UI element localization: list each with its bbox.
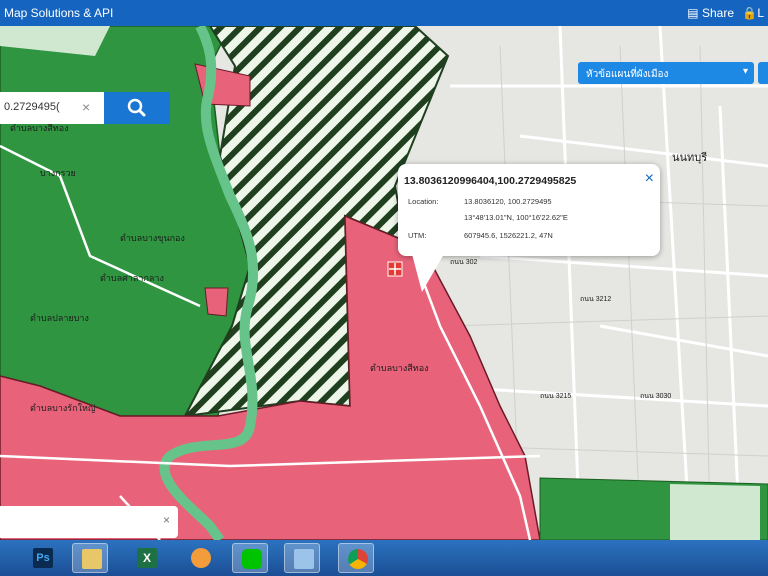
- popup-location-value: 13.8036120, 100.2729495: [464, 197, 552, 206]
- file-explorer-icon: [82, 549, 102, 569]
- share-button[interactable]: ▤ Share: [687, 6, 734, 20]
- photoshop-icon: Ps: [33, 548, 53, 568]
- taskbar-line[interactable]: [232, 543, 268, 573]
- login-button[interactable]: 🔒L: [742, 6, 764, 20]
- map-label-road-4: ถนน 3030: [640, 393, 671, 400]
- popup-dms-value: 13°48'13.01"N, 100°16'22.62"E: [464, 213, 568, 222]
- map-label-road-3: ถนน 3215: [540, 393, 571, 400]
- red-zone-small-2: [204, 287, 229, 317]
- map-label-district: บางกรวย: [40, 168, 76, 178]
- popup-title: 13.8036120996404,100.2729495825: [404, 175, 577, 187]
- search-button[interactable]: [104, 92, 170, 124]
- taskbar-photoshop[interactable]: Ps: [24, 543, 60, 573]
- popup-location-label: Location:: [408, 197, 439, 206]
- taskbar-file-explorer[interactable]: [72, 543, 108, 573]
- location-info-popup: 13.8036120996404,100.2729495825 × Locati…: [398, 164, 660, 292]
- top-header-bar: Map Solutions & API ▤ Share 🔒L: [0, 0, 768, 26]
- green-zone-light-2: [670, 484, 760, 540]
- search-icon: [127, 98, 146, 117]
- map-label-green-2: ตำบลบางขุนกอง: [120, 233, 185, 244]
- share-label: Share: [701, 6, 734, 20]
- windows-explorer-icon: [294, 549, 314, 569]
- clear-search-icon[interactable]: ×: [82, 99, 90, 115]
- map-label-green-1: ตำบลบางสีทอง: [10, 123, 69, 133]
- bottom-search-panel[interactable]: ×: [0, 506, 178, 538]
- excel-icon: X: [137, 548, 157, 568]
- popup-utm-label: UTM:: [408, 231, 427, 240]
- location-marker-icon[interactable]: [387, 261, 403, 277]
- map-label-red-1: ตำบลบางสีทอง: [370, 363, 429, 373]
- line-icon: [242, 549, 262, 569]
- share-icon: ▤: [687, 6, 702, 20]
- close-panel-icon[interactable]: ×: [163, 513, 170, 527]
- map-label-nonthaburi: นนทบุรี: [672, 151, 707, 164]
- map-label-road-1: ถนน 3212: [580, 296, 611, 303]
- chrome-icon: [348, 549, 368, 569]
- lock-icon: 🔒: [742, 6, 758, 20]
- popup-pointer: [412, 254, 444, 292]
- zoning-layer-label: หัวข้อแผนที่ผังเมือง: [586, 69, 669, 80]
- taskbar-chrome[interactable]: [338, 543, 374, 573]
- chevron-down-icon: ▾: [742, 66, 748, 77]
- taskbar-excel[interactable]: X: [128, 543, 164, 573]
- lock-label: L: [757, 6, 764, 20]
- map-canvas[interactable]: ตำบลบางสีทอง ตำบลบางขุนกอง ตำบลปลายบาง ต…: [0, 26, 768, 540]
- map-label-green-4: ตำบลศาลากลาง: [100, 273, 164, 283]
- taskbar-media-player[interactable]: [182, 543, 218, 573]
- map-label-road-2: ถนน 302: [450, 259, 478, 266]
- windows-taskbar: Ps X: [0, 540, 768, 576]
- popup-utm-value: 607945.6, 1526221.2, 47N: [464, 231, 553, 240]
- map-label-red-2: ตำบลบางรักใหญ่: [30, 403, 96, 413]
- media-player-icon: [191, 548, 211, 568]
- taskbar-windows-explorer[interactable]: [284, 543, 320, 573]
- extra-toolbar-button[interactable]: [758, 62, 768, 84]
- map-label-green-3: ตำบลปลายบาง: [30, 313, 89, 323]
- close-icon[interactable]: ×: [645, 170, 654, 188]
- header-title: Map Solutions & API: [4, 6, 114, 20]
- search-bar: 0.2729495( ×: [0, 92, 170, 124]
- zoning-layer-dropdown[interactable]: หัวข้อแผนที่ผังเมือง ▾: [578, 62, 754, 84]
